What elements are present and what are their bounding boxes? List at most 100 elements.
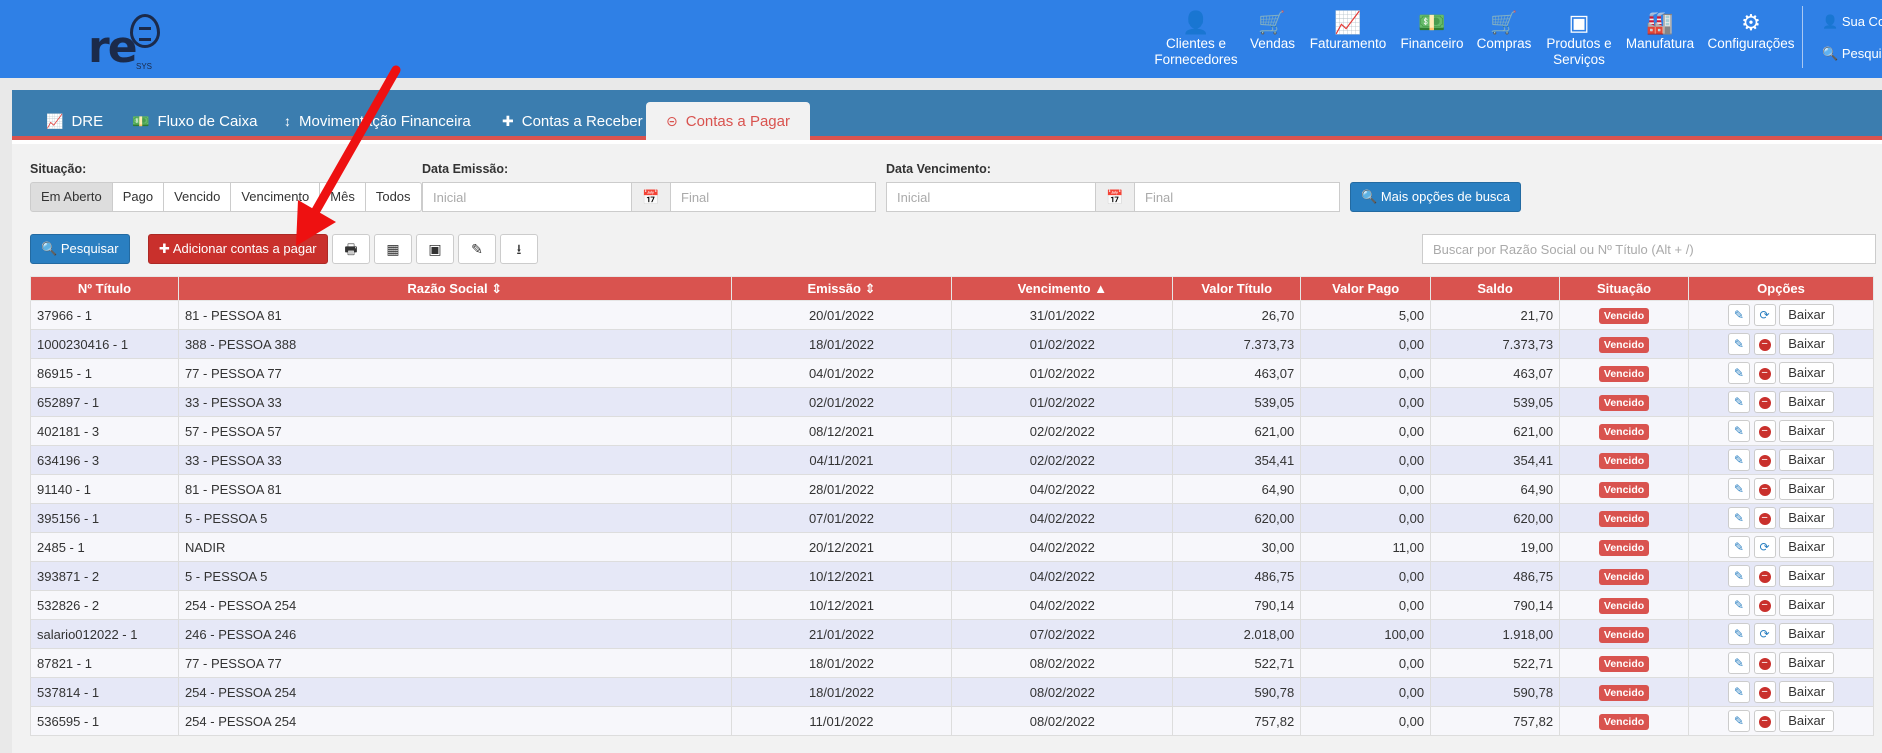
refresh-icon[interactable]: ⟳	[1753, 623, 1776, 645]
app-logo[interactable]: re SYS	[86, 12, 166, 73]
col-situacao[interactable]: Situação	[1559, 276, 1689, 301]
nav-manufatura[interactable]: 🏭 Manufatura	[1622, 10, 1698, 52]
table-row[interactable]: 87821 - 1 77 - PESSOA 77 18/01/2022 08/02/2…	[30, 648, 1874, 678]
baixar-button[interactable]: Baixar	[1779, 449, 1835, 471]
baixar-button[interactable]: Baixar	[1779, 565, 1835, 587]
table-search-input[interactable]	[1422, 234, 1876, 264]
tab-dre[interactable]: 📈 DRE	[36, 102, 113, 140]
edit-icon[interactable]: ✎	[1727, 362, 1750, 384]
situacao-em-aberto[interactable]: Em Aberto	[30, 182, 113, 212]
baixar-button[interactable]: Baixar	[1779, 507, 1835, 529]
edit-icon[interactable]: ✎	[1727, 449, 1750, 471]
more-options-button[interactable]: 🔍 Mais opções de busca	[1350, 182, 1522, 212]
refresh-icon[interactable]: ⟳	[1753, 536, 1776, 558]
table-row[interactable]: 402181 - 3 57 - PESSOA 57 08/12/2021 02/02/…	[30, 416, 1874, 446]
edit-icon[interactable]: ✎	[1727, 536, 1750, 558]
situacao-vencido[interactable]: Vencido	[163, 182, 232, 212]
table-row[interactable]: 532826 - 2 254 - PESSOA 254 10/12/2021 04/0…	[30, 590, 1874, 620]
baixar-button[interactable]: Baixar	[1779, 536, 1835, 558]
nav-clientes-fornecedores[interactable]: 👤 Clientes e Fornecedores	[1150, 10, 1242, 68]
edit-icon[interactable]: ✎	[1727, 507, 1750, 529]
baixar-button[interactable]: Baixar	[1779, 623, 1835, 645]
edit-icon[interactable]: ✎	[1727, 420, 1750, 442]
baixar-button[interactable]: Baixar	[1779, 362, 1835, 384]
nav-compras[interactable]: 🛒 Compras	[1474, 10, 1534, 52]
cancel-icon[interactable]: −	[1753, 449, 1776, 471]
table-row[interactable]: 395156 - 15 - PESSOA 5 07/01/2022 04/02/20…	[30, 503, 1874, 533]
edit-icon[interactable]: ✎	[1727, 478, 1750, 500]
user-menu[interactable]: 👤 Sua Con	[1822, 12, 1882, 32]
edit-icon[interactable]: ✎	[1727, 623, 1750, 645]
batch-edit-button[interactable]: ✎	[458, 234, 496, 264]
cancel-icon[interactable]: −	[1753, 391, 1776, 413]
situacao-vencimento[interactable]: Vencimento	[230, 182, 321, 212]
baixar-button[interactable]: Baixar	[1779, 420, 1835, 442]
table-row[interactable]: 37966 - 1 81 - PESSOA 81 20/01/2022 31/01/2…	[30, 300, 1874, 330]
cancel-icon[interactable]: −	[1753, 710, 1776, 732]
nav-vendas[interactable]: 🛒 Vendas	[1250, 10, 1295, 52]
cancel-icon[interactable]: −	[1753, 565, 1776, 587]
edit-icon[interactable]: ✎	[1727, 681, 1750, 703]
situacao-pago[interactable]: Pago	[111, 182, 165, 212]
cancel-icon[interactable]: −	[1753, 652, 1776, 674]
edit-icon[interactable]: ✎	[1727, 304, 1750, 326]
edit-icon[interactable]: ✎	[1727, 710, 1750, 732]
nav-faturamento[interactable]: 📈 Faturamento	[1306, 10, 1390, 52]
vencimento-final-input[interactable]	[1134, 182, 1340, 212]
baixar-button[interactable]: Baixar	[1779, 333, 1835, 355]
edit-icon[interactable]: ✎	[1727, 391, 1750, 413]
calendar-icon[interactable]: 📅	[1095, 182, 1135, 212]
cancel-icon[interactable]: −	[1753, 333, 1776, 355]
baixar-button[interactable]: Baixar	[1779, 681, 1835, 703]
cancel-icon[interactable]: −	[1753, 478, 1776, 500]
print-button[interactable]: 🖶	[332, 234, 370, 264]
col-valor-titulo[interactable]: Valor Título	[1172, 276, 1302, 301]
col-saldo[interactable]: Saldo	[1430, 276, 1561, 301]
col-valor-pago[interactable]: Valor Pago	[1300, 276, 1432, 301]
table-row[interactable]: 537814 - 1 254 - PESSOA 254 18/01/2022 08/0…	[30, 677, 1874, 707]
baixar-button[interactable]: Baixar	[1779, 710, 1835, 732]
table-row[interactable]: 91140 - 1 81 - PESSOA 81 28/01/2022 04/02/2…	[30, 474, 1874, 504]
table-row[interactable]: 634196 - 3 33 - PESSOA 33 04/11/2021 02/02/…	[30, 445, 1874, 475]
add-conta-pagar-button[interactable]: ✚ Adicionar contas a pagar	[148, 234, 328, 264]
baixar-button[interactable]: Baixar	[1779, 304, 1835, 326]
baixar-button[interactable]: Baixar	[1779, 391, 1835, 413]
nav-financeiro[interactable]: 💵 Financeiro	[1398, 10, 1466, 52]
tab-fluxo-caixa[interactable]: 💵 Fluxo de Caixa	[122, 102, 268, 140]
tab-movimentacao[interactable]: ↕ Movimentação Financeira	[274, 102, 481, 140]
cancel-icon[interactable]: −	[1753, 594, 1776, 616]
emissao-final-input[interactable]	[670, 182, 876, 212]
edit-icon[interactable]: ✎	[1727, 594, 1750, 616]
col-emissao[interactable]: Emissão ⇕	[730, 276, 953, 301]
table-row[interactable]: 86915 - 1 77 - PESSOA 77 04/01/2022 01/02/2…	[30, 358, 1874, 388]
table-row[interactable]: 652897 - 1 33 - PESSOA 33 02/01/2022 01/02/…	[30, 387, 1874, 417]
baixar-button[interactable]: Baixar	[1779, 594, 1835, 616]
upload-button[interactable]: ⭳	[500, 234, 538, 264]
edit-icon[interactable]: ✎	[1727, 565, 1750, 587]
vencimento-inicial-input[interactable]	[886, 182, 1096, 212]
col-vencimento[interactable]: Vencimento ▲	[951, 276, 1174, 301]
situacao-mes[interactable]: Mês	[319, 182, 366, 212]
table-row[interactable]: salario012022 - 1 246 - PESSOA 246 21/01/2…	[30, 619, 1874, 649]
cancel-icon[interactable]: −	[1753, 507, 1776, 529]
cancel-icon[interactable]: −	[1753, 681, 1776, 703]
cancel-icon[interactable]: −	[1753, 420, 1776, 442]
nav-produtos-servicos[interactable]: ▣ Produtos e Serviços	[1542, 10, 1616, 68]
edit-icon[interactable]: ✎	[1727, 652, 1750, 674]
tab-contas-pagar[interactable]: ⊝ Contas a Pagar	[646, 102, 810, 140]
baixar-button[interactable]: Baixar	[1779, 652, 1835, 674]
table-row[interactable]: 536595 - 1 254 - PESSOA 254 11/01/2022 08/0…	[30, 706, 1874, 736]
col-titulo[interactable]: Nº Título	[30, 276, 179, 301]
col-razao-social[interactable]: Razão Social ⇕	[177, 276, 732, 301]
situacao-todos[interactable]: Todos	[364, 182, 422, 212]
refresh-icon[interactable]: ⟳	[1753, 304, 1776, 326]
nav-configuracoes[interactable]: ⚙ Configurações	[1706, 10, 1796, 52]
table-row[interactable]: 2485 - 1 NADIR 20/12/2021 04/02/2022 30,00 11…	[30, 532, 1874, 562]
excel-export-button[interactable]: ▦	[374, 234, 412, 264]
table-row[interactable]: 393871 - 25 - PESSOA 5 10/12/2021 04/02/20…	[30, 561, 1874, 591]
emissao-inicial-input[interactable]	[422, 182, 632, 212]
calendar-icon[interactable]: 📅	[631, 182, 671, 212]
pesquisar-button[interactable]: 🔍 Pesquisar	[30, 234, 130, 264]
baixar-button[interactable]: Baixar	[1779, 478, 1835, 500]
global-search[interactable]: 🔍 Pesquis	[1822, 44, 1882, 64]
